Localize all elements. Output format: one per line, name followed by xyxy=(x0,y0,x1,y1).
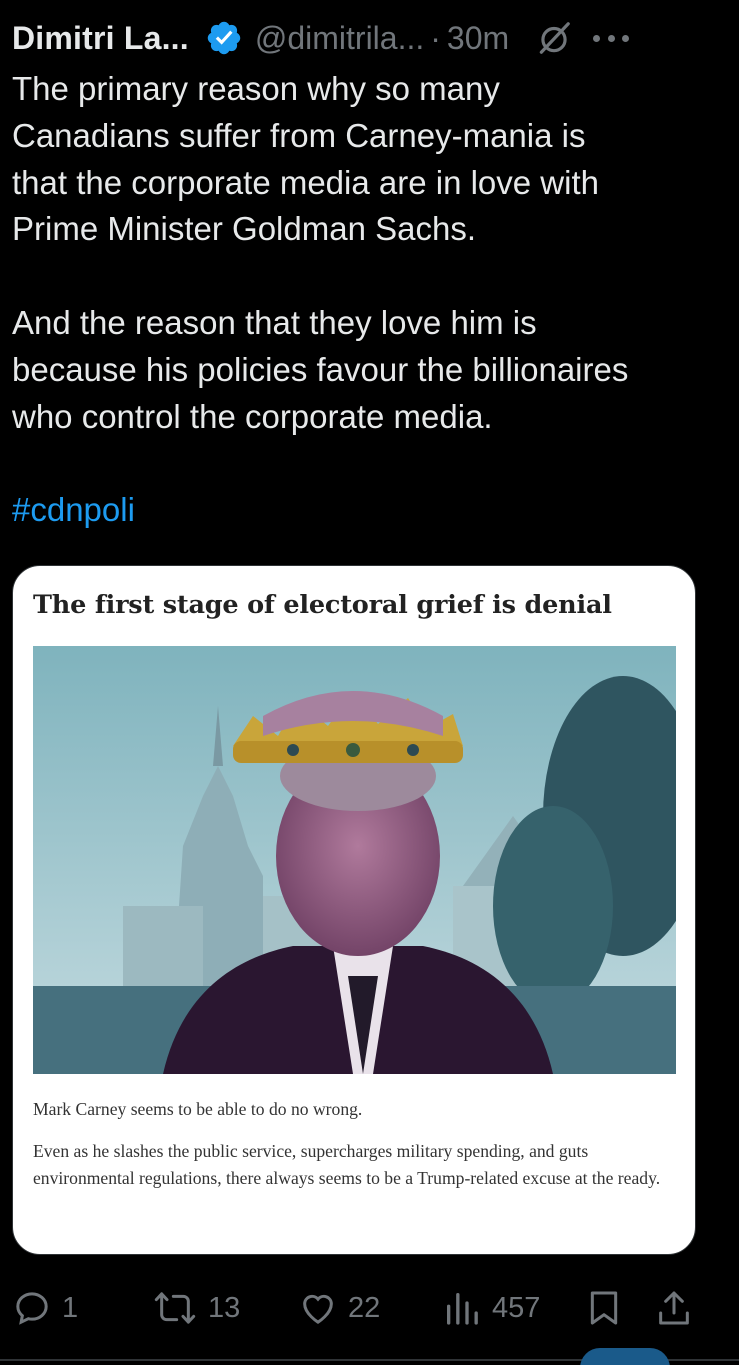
like-button[interactable]: 22 xyxy=(298,1285,380,1331)
tweet-paragraph-2: And the reason that they love him is bec… xyxy=(12,303,629,435)
card-body: Mark Carney seems to be able to do no wr… xyxy=(33,1096,683,1193)
compose-fab[interactable] xyxy=(580,1348,670,1365)
tweet-time[interactable]: 30m xyxy=(447,20,509,57)
bookmark-icon xyxy=(590,1291,618,1325)
reply-icon xyxy=(16,1292,48,1325)
views-button[interactable]: 457 xyxy=(442,1285,540,1331)
tweet-text: The primary reason why so many Canadians… xyxy=(12,66,712,534)
repost-button[interactable]: 13 xyxy=(152,1285,240,1331)
repost-count: 13 xyxy=(208,1291,241,1324)
time-separator: · xyxy=(430,19,441,56)
card-title: The first stage of electoral grief is de… xyxy=(33,590,612,620)
verified-badge-icon xyxy=(207,21,241,55)
share-button[interactable] xyxy=(654,1285,694,1331)
card-body-paragraph-1: Mark Carney seems to be able to do no wr… xyxy=(33,1099,363,1119)
author-name[interactable]: Dimitri La... xyxy=(12,20,189,57)
photo-illustration xyxy=(33,646,676,1074)
views-count: 457 xyxy=(492,1291,541,1324)
bookmark-button[interactable] xyxy=(584,1285,624,1331)
action-bar: 1 13 22 457 xyxy=(12,1285,712,1331)
hashtag-link[interactable]: #cdnpoli xyxy=(12,491,135,528)
tweet-header: Dimitri La... @dimitrila... · 30m xyxy=(12,14,727,62)
reply-count: 1 xyxy=(62,1291,79,1324)
heart-icon xyxy=(303,1294,333,1324)
views-icon xyxy=(447,1293,478,1325)
author-handle[interactable]: @dimitrila... xyxy=(255,20,424,57)
media-card[interactable]: The first stage of electoral grief is de… xyxy=(12,565,696,1255)
grok-icon[interactable] xyxy=(535,19,573,57)
card-body-paragraph-2: Even as he slashes the public service, s… xyxy=(33,1140,661,1189)
share-icon xyxy=(659,1291,689,1325)
tweet-paragraph-1: The primary reason why so many Canadians… xyxy=(12,70,599,248)
reply-button[interactable]: 1 xyxy=(12,1285,78,1331)
card-photo[interactable] xyxy=(33,646,676,1074)
repost-icon xyxy=(154,1292,196,1324)
like-count: 22 xyxy=(348,1291,381,1324)
more-icon[interactable] xyxy=(593,19,630,57)
